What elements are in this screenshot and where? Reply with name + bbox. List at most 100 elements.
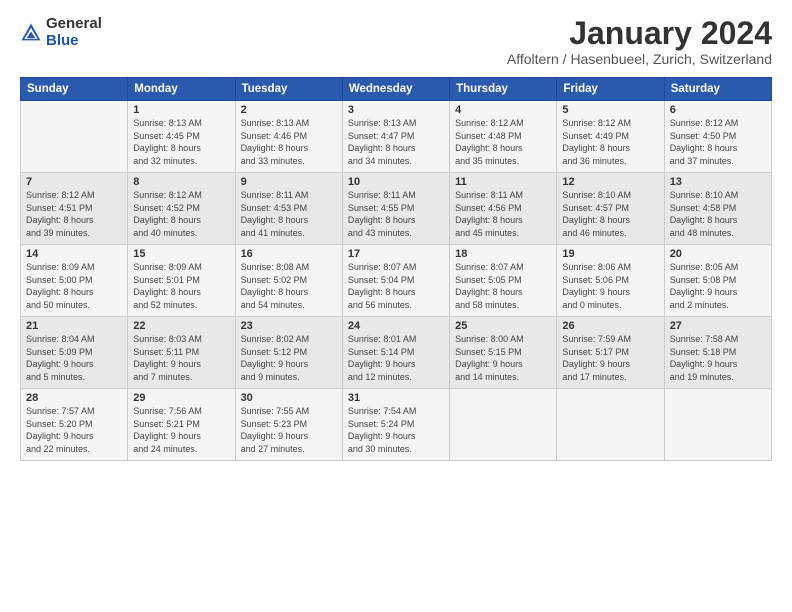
calendar-cell: 21Sunrise: 8:04 AM Sunset: 5:09 PM Dayli… (21, 317, 128, 389)
day-number: 21 (26, 320, 122, 332)
calendar-cell: 12Sunrise: 8:10 AM Sunset: 4:57 PM Dayli… (557, 173, 664, 245)
calendar-cell: 5Sunrise: 8:12 AM Sunset: 4:49 PM Daylig… (557, 101, 664, 173)
calendar-cell: 3Sunrise: 8:13 AM Sunset: 4:47 PM Daylig… (342, 101, 449, 173)
week-row-0: 1Sunrise: 8:13 AM Sunset: 4:45 PM Daylig… (21, 101, 772, 173)
calendar-cell: 30Sunrise: 7:55 AM Sunset: 5:23 PM Dayli… (235, 389, 342, 461)
day-info: Sunrise: 8:10 AM Sunset: 4:57 PM Dayligh… (562, 189, 658, 239)
logo-blue: Blue (46, 33, 102, 50)
day-number: 13 (670, 176, 766, 188)
day-info: Sunrise: 8:07 AM Sunset: 5:04 PM Dayligh… (348, 261, 444, 311)
day-info: Sunrise: 7:56 AM Sunset: 5:21 PM Dayligh… (133, 405, 229, 455)
day-info: Sunrise: 8:11 AM Sunset: 4:56 PM Dayligh… (455, 189, 551, 239)
day-number: 12 (562, 176, 658, 188)
calendar-cell: 15Sunrise: 8:09 AM Sunset: 5:01 PM Dayli… (128, 245, 235, 317)
day-info: Sunrise: 8:06 AM Sunset: 5:06 PM Dayligh… (562, 261, 658, 311)
day-number: 17 (348, 248, 444, 260)
day-info: Sunrise: 8:07 AM Sunset: 5:05 PM Dayligh… (455, 261, 551, 311)
day-info: Sunrise: 7:58 AM Sunset: 5:18 PM Dayligh… (670, 333, 766, 383)
day-number: 31 (348, 392, 444, 404)
day-info: Sunrise: 7:54 AM Sunset: 5:24 PM Dayligh… (348, 405, 444, 455)
calendar-cell (557, 389, 664, 461)
day-info: Sunrise: 8:08 AM Sunset: 5:02 PM Dayligh… (241, 261, 337, 311)
day-number: 3 (348, 104, 444, 116)
day-info: Sunrise: 8:12 AM Sunset: 4:48 PM Dayligh… (455, 117, 551, 167)
calendar-cell: 9Sunrise: 8:11 AM Sunset: 4:53 PM Daylig… (235, 173, 342, 245)
calendar-cell: 25Sunrise: 8:00 AM Sunset: 5:15 PM Dayli… (450, 317, 557, 389)
day-info: Sunrise: 8:03 AM Sunset: 5:11 PM Dayligh… (133, 333, 229, 383)
day-number: 24 (348, 320, 444, 332)
day-number: 2 (241, 104, 337, 116)
logo-general: General (46, 16, 102, 33)
day-info: Sunrise: 7:59 AM Sunset: 5:17 PM Dayligh… (562, 333, 658, 383)
week-row-1: 7Sunrise: 8:12 AM Sunset: 4:51 PM Daylig… (21, 173, 772, 245)
day-number: 27 (670, 320, 766, 332)
day-number: 16 (241, 248, 337, 260)
header-sunday: Sunday (21, 78, 128, 101)
day-info: Sunrise: 8:13 AM Sunset: 4:45 PM Dayligh… (133, 117, 229, 167)
day-number: 6 (670, 104, 766, 116)
calendar-cell: 10Sunrise: 8:11 AM Sunset: 4:55 PM Dayli… (342, 173, 449, 245)
calendar-cell: 13Sunrise: 8:10 AM Sunset: 4:58 PM Dayli… (664, 173, 771, 245)
day-number: 1 (133, 104, 229, 116)
calendar-cell: 28Sunrise: 7:57 AM Sunset: 5:20 PM Dayli… (21, 389, 128, 461)
day-number: 26 (562, 320, 658, 332)
day-number: 22 (133, 320, 229, 332)
week-row-4: 28Sunrise: 7:57 AM Sunset: 5:20 PM Dayli… (21, 389, 772, 461)
day-number: 10 (348, 176, 444, 188)
day-number: 29 (133, 392, 229, 404)
day-info: Sunrise: 8:12 AM Sunset: 4:51 PM Dayligh… (26, 189, 122, 239)
calendar-cell: 31Sunrise: 7:54 AM Sunset: 5:24 PM Dayli… (342, 389, 449, 461)
calendar-cell: 6Sunrise: 8:12 AM Sunset: 4:50 PM Daylig… (664, 101, 771, 173)
calendar-cell: 17Sunrise: 8:07 AM Sunset: 5:04 PM Dayli… (342, 245, 449, 317)
calendar-cell: 19Sunrise: 8:06 AM Sunset: 5:06 PM Dayli… (557, 245, 664, 317)
calendar-cell: 7Sunrise: 8:12 AM Sunset: 4:51 PM Daylig… (21, 173, 128, 245)
calendar-cell: 24Sunrise: 8:01 AM Sunset: 5:14 PM Dayli… (342, 317, 449, 389)
day-info: Sunrise: 8:05 AM Sunset: 5:08 PM Dayligh… (670, 261, 766, 311)
day-info: Sunrise: 8:13 AM Sunset: 4:47 PM Dayligh… (348, 117, 444, 167)
header: General Blue January 2024 Affoltern / Ha… (20, 16, 772, 67)
week-row-3: 21Sunrise: 8:04 AM Sunset: 5:09 PM Dayli… (21, 317, 772, 389)
day-number: 15 (133, 248, 229, 260)
day-info: Sunrise: 7:55 AM Sunset: 5:23 PM Dayligh… (241, 405, 337, 455)
day-number: 8 (133, 176, 229, 188)
day-number: 4 (455, 104, 551, 116)
day-number: 23 (241, 320, 337, 332)
day-info: Sunrise: 8:04 AM Sunset: 5:09 PM Dayligh… (26, 333, 122, 383)
calendar-cell: 18Sunrise: 8:07 AM Sunset: 5:05 PM Dayli… (450, 245, 557, 317)
calendar-cell: 23Sunrise: 8:02 AM Sunset: 5:12 PM Dayli… (235, 317, 342, 389)
calendar-cell: 1Sunrise: 8:13 AM Sunset: 4:45 PM Daylig… (128, 101, 235, 173)
header-tuesday: Tuesday (235, 78, 342, 101)
calendar-cell: 27Sunrise: 7:58 AM Sunset: 5:18 PM Dayli… (664, 317, 771, 389)
day-info: Sunrise: 8:12 AM Sunset: 4:50 PM Dayligh… (670, 117, 766, 167)
day-number: 28 (26, 392, 122, 404)
day-number: 5 (562, 104, 658, 116)
calendar-cell: 4Sunrise: 8:12 AM Sunset: 4:48 PM Daylig… (450, 101, 557, 173)
month-title: January 2024 (507, 16, 772, 51)
day-info: Sunrise: 7:57 AM Sunset: 5:20 PM Dayligh… (26, 405, 122, 455)
logo-icon (20, 22, 42, 44)
title-block: January 2024 Affoltern / Hasenbueel, Zur… (507, 16, 772, 67)
calendar-cell (21, 101, 128, 173)
day-info: Sunrise: 8:11 AM Sunset: 4:55 PM Dayligh… (348, 189, 444, 239)
header-friday: Friday (557, 78, 664, 101)
calendar-cell: 22Sunrise: 8:03 AM Sunset: 5:11 PM Dayli… (128, 317, 235, 389)
day-number: 9 (241, 176, 337, 188)
calendar-cell: 26Sunrise: 7:59 AM Sunset: 5:17 PM Dayli… (557, 317, 664, 389)
day-number: 30 (241, 392, 337, 404)
calendar-cell: 29Sunrise: 7:56 AM Sunset: 5:21 PM Dayli… (128, 389, 235, 461)
day-info: Sunrise: 8:02 AM Sunset: 5:12 PM Dayligh… (241, 333, 337, 383)
day-number: 7 (26, 176, 122, 188)
calendar-cell: 11Sunrise: 8:11 AM Sunset: 4:56 PM Dayli… (450, 173, 557, 245)
day-number: 19 (562, 248, 658, 260)
day-info: Sunrise: 8:10 AM Sunset: 4:58 PM Dayligh… (670, 189, 766, 239)
day-info: Sunrise: 8:13 AM Sunset: 4:46 PM Dayligh… (241, 117, 337, 167)
location: Affoltern / Hasenbueel, Zurich, Switzerl… (507, 51, 772, 67)
calendar-cell: 14Sunrise: 8:09 AM Sunset: 5:00 PM Dayli… (21, 245, 128, 317)
day-info: Sunrise: 8:00 AM Sunset: 5:15 PM Dayligh… (455, 333, 551, 383)
header-wednesday: Wednesday (342, 78, 449, 101)
day-info: Sunrise: 8:09 AM Sunset: 5:01 PM Dayligh… (133, 261, 229, 311)
calendar-table: SundayMondayTuesdayWednesdayThursdayFrid… (20, 77, 772, 461)
header-thursday: Thursday (450, 78, 557, 101)
page: General Blue January 2024 Affoltern / Ha… (0, 0, 792, 612)
day-info: Sunrise: 8:01 AM Sunset: 5:14 PM Dayligh… (348, 333, 444, 383)
